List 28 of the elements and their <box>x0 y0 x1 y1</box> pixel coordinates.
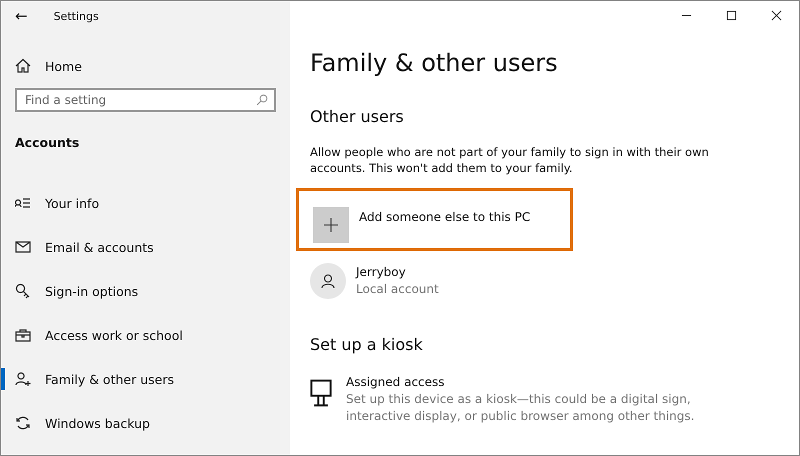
section-heading: Accounts <box>14 134 80 150</box>
avatar-icon <box>310 263 346 299</box>
description-text: Allow people who are not part of your family to sign in with their own accounts. This won't add them to your family. <box>310 144 710 176</box>
person-add-icon <box>15 371 31 387</box>
key-icon <box>15 283 31 299</box>
section-heading: Set up a kiosk <box>310 335 424 354</box>
briefcase-icon <box>15 327 31 343</box>
back-button[interactable]: ← <box>15 7 28 25</box>
mail-icon <box>15 239 31 255</box>
sidebar-item[interactable]: Windows backup <box>1 401 290 445</box>
assigned-access-option[interactable]: Assigned access Set up this device as a kiosk—this could be a digital sign, interactive display, or public browser among other things. <box>310 374 779 425</box>
search-field[interactable]: Find a setting <box>15 88 276 112</box>
sync-icon <box>15 415 31 431</box>
sidebar-item[interactable]: Family & other users <box>1 357 290 401</box>
plus-icon <box>313 207 349 243</box>
section-heading: Other users <box>310 107 405 126</box>
search-icon <box>256 94 268 106</box>
sidebar-item[interactable]: Email & accounts <box>1 225 290 269</box>
home-icon <box>15 58 31 74</box>
sidebar-item[interactable]: Access work or school <box>1 313 290 357</box>
sidebar-item[interactable]: Your info <box>1 181 290 225</box>
page-title: Family & other users <box>310 49 559 77</box>
window-title: Settings <box>54 10 99 22</box>
sidebar-item[interactable]: Sign-in options <box>1 269 290 313</box>
home-link[interactable]: Home <box>1 44 290 88</box>
user-account[interactable]: Jerryboy Local account <box>310 263 779 299</box>
add-user-button[interactable]: Add someone else to this PC <box>296 188 573 251</box>
kiosk-icon <box>310 378 332 408</box>
